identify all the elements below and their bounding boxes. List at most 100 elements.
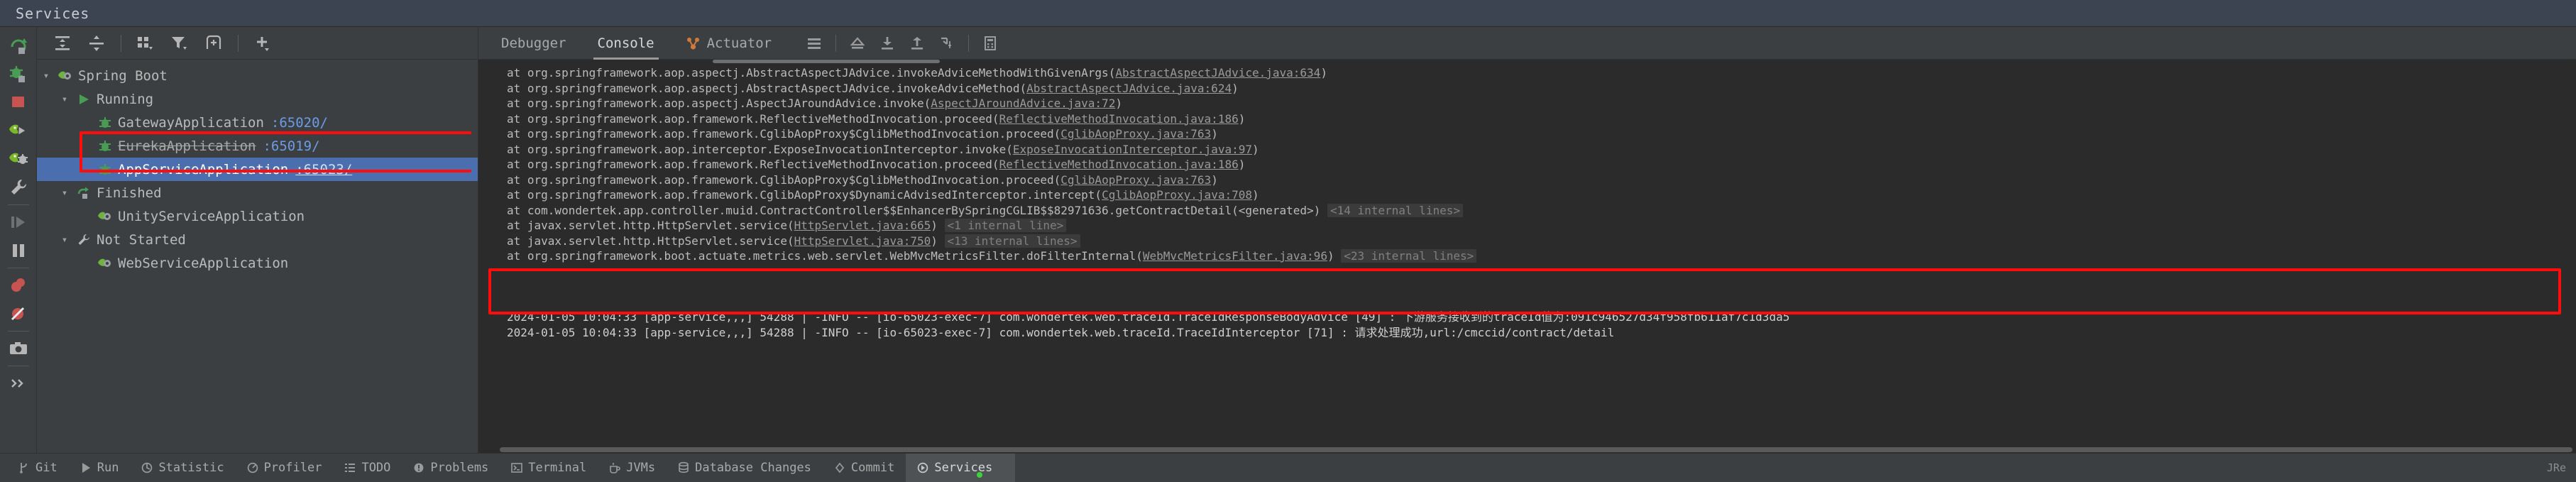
log-stack-line[interactable]: at javax.servlet.http.HttpServlet.servic… xyxy=(478,218,2576,234)
status-item-database-changes[interactable]: Database Changes xyxy=(667,454,823,482)
status-item-problems[interactable]: Problems xyxy=(402,454,500,482)
filter-icon[interactable] xyxy=(164,31,195,56)
log-line-link[interactable]: HttpServlet.java:750 xyxy=(794,234,931,248)
breakpoints-icon[interactable] xyxy=(4,271,33,300)
tree-node-spring-boot[interactable]: ▾ Spring Boot xyxy=(37,64,478,87)
stop-icon[interactable] xyxy=(4,88,33,116)
console-panel: Debugger Console Actuator at org.springf… xyxy=(478,27,2576,453)
pause-icon[interactable] xyxy=(4,236,33,265)
log-stack-line[interactable]: at org.springframework.aop.aspectj.Abstr… xyxy=(478,65,2576,81)
log-line-link[interactable]: WebMvcMetricsFilter.java:96 xyxy=(1143,249,1327,263)
status-item-git[interactable]: Git xyxy=(7,454,69,482)
log-line-link[interactable]: AbstractAspectJAdvice.java:624 xyxy=(1026,82,1232,95)
status-item-label: Statistic xyxy=(158,460,224,475)
status-item-run[interactable]: Run xyxy=(69,454,131,482)
status-item-label: Services xyxy=(934,460,993,475)
wrench-settings-icon[interactable] xyxy=(4,173,33,202)
log-line-link[interactable]: CglibAopProxy.java:763 xyxy=(1060,127,1211,141)
log-line-fold[interactable]: <23 internal lines> xyxy=(1341,249,1477,263)
log-line-fold[interactable]: <14 internal lines> xyxy=(1327,203,1463,217)
scroll-down-icon[interactable] xyxy=(873,31,901,56)
run-service-icon[interactable] xyxy=(4,116,33,145)
log-info-line[interactable]: 2024-01-05 10:04:33 [app-service,,,] 542… xyxy=(478,310,2576,325)
group-by-icon[interactable] xyxy=(130,31,161,56)
scroll-up-icon[interactable] xyxy=(903,31,931,56)
log-stack-line[interactable]: at org.springframework.aop.framework.Ref… xyxy=(478,111,2576,127)
status-item-terminal[interactable]: Terminal xyxy=(500,454,598,482)
tab-actuator[interactable]: Actuator xyxy=(670,27,788,60)
tree-node-eureka-application[interactable]: ▾ EurekaApplication :65019/ xyxy=(37,134,478,158)
log-line-link[interactable]: ReflectiveMethodInvocation.java:186 xyxy=(999,158,1239,171)
expand-all-icon[interactable] xyxy=(47,31,78,56)
status-item-todo[interactable]: TODO xyxy=(333,454,402,482)
status-item-profiler[interactable]: Profiler xyxy=(236,454,334,482)
soft-wrap-icon[interactable] xyxy=(800,31,828,56)
rerun-icon[interactable] xyxy=(4,31,33,60)
bug-green-icon xyxy=(95,163,115,177)
expand-more-icon[interactable] xyxy=(4,369,33,398)
console-output[interactable]: at org.springframework.aop.aspectj.Abstr… xyxy=(478,60,2576,453)
status-item-services[interactable]: Services xyxy=(906,453,1016,482)
log-line-link[interactable]: HttpServlet.java:665 xyxy=(794,219,931,232)
log-line-link[interactable]: AbstractAspectJAdvice.java:634 xyxy=(1115,66,1320,80)
tree-node-gateway-application[interactable]: ▾ GatewayApplication :65020/ xyxy=(37,111,478,134)
log-stack-line[interactable]: at org.springframework.aop.framework.Ref… xyxy=(478,157,2576,172)
finished-icon xyxy=(74,186,94,200)
spring-boot-icon xyxy=(95,256,115,270)
horizontal-scrollbar[interactable] xyxy=(478,446,2576,453)
print-icon[interactable] xyxy=(933,31,961,56)
log-stack-line[interactable]: at org.springframework.aop.interceptor.E… xyxy=(478,142,2576,158)
tree-node-web-service-application[interactable]: ▾ WebServiceApplication xyxy=(37,251,478,275)
chevron-down-icon[interactable]: ▾ xyxy=(37,70,55,82)
tab-console[interactable]: Console xyxy=(582,27,670,60)
chevron-down-icon[interactable]: ▾ xyxy=(55,234,74,246)
status-item-jvms[interactable]: JVMs xyxy=(598,454,667,482)
tree-node-unity-service-application[interactable]: ▾ UnityServiceApplication xyxy=(37,204,478,228)
rail-divider-3 xyxy=(7,331,29,332)
problems-icon xyxy=(413,461,424,474)
step-over-icon[interactable] xyxy=(4,208,33,236)
calculator-icon[interactable] xyxy=(976,31,1004,56)
services-tree[interactable]: ▾ Spring Boot ▾ Running GatewayApplicati… xyxy=(37,60,478,453)
tree-node-not-started[interactable]: ▾ Not Started xyxy=(37,228,478,251)
log-stack-line[interactable]: at com.wondertek.app.controller.muid.Con… xyxy=(478,203,2576,219)
mute-breakpoints-icon[interactable] xyxy=(4,300,33,328)
log-line-link[interactable]: CglibAopProxy.java:763 xyxy=(1060,173,1211,187)
log-stack-line[interactable]: at javax.servlet.http.HttpServlet.servic… xyxy=(478,234,2576,249)
camera-icon[interactable] xyxy=(4,334,33,363)
log-stack-line[interactable]: at org.springframework.aop.framework.Cgl… xyxy=(478,187,2576,203)
rerun-debug-icon[interactable] xyxy=(4,60,33,88)
tree-node-finished[interactable]: ▾ Finished xyxy=(37,181,478,204)
add-configuration-icon[interactable] xyxy=(247,31,278,56)
add-service-icon[interactable] xyxy=(198,31,229,56)
tree-node-app-service-application[interactable]: ▾ AppServiceApplication :65023/ xyxy=(37,158,478,181)
tree-node-running[interactable]: ▾ Running xyxy=(37,87,478,111)
scroll-top-icon[interactable] xyxy=(843,31,872,56)
chevron-down-icon[interactable]: ▾ xyxy=(55,94,74,105)
log-line-link[interactable]: CglibAopProxy.java:708 xyxy=(1102,188,1252,202)
log-line-prefix: at org.springframework.aop.framework.Ref… xyxy=(507,111,999,126)
log-stack-line[interactable]: at org.springframework.aop.aspectj.Abstr… xyxy=(478,81,2576,97)
log-line-prefix: at javax.servlet.http.HttpServlet.servic… xyxy=(507,219,794,232)
log-line-fold[interactable]: <13 internal lines> xyxy=(944,234,1080,248)
log-line-suffix: ) xyxy=(1327,249,1334,263)
log-stack-line[interactable]: at org.springframework.aop.framework.Cgl… xyxy=(478,172,2576,188)
log-line-fold[interactable]: <1 internal line> xyxy=(944,219,1067,232)
scrollbar-thumb[interactable] xyxy=(500,447,2572,452)
collapse-all-icon[interactable] xyxy=(81,31,112,56)
tree-node-port-link[interactable]: :65019/ xyxy=(263,138,319,154)
log-line-link[interactable]: ExposeInvocationInterceptor.java:97 xyxy=(1013,143,1252,156)
log-stack-line[interactable]: at org.springframework.aop.aspectj.Aspec… xyxy=(478,96,2576,111)
log-info-line[interactable]: 2024-01-05 10:04:33 [app-service,,,] 542… xyxy=(478,325,2576,341)
status-item-commit[interactable]: Commit xyxy=(823,454,906,482)
status-item-statistic[interactable]: Statistic xyxy=(130,454,235,482)
log-stack-line[interactable]: at org.springframework.boot.actuate.metr… xyxy=(478,248,2576,264)
log-line-link[interactable]: AspectJAroundAdvice.java:72 xyxy=(931,97,1115,110)
log-line-link[interactable]: ReflectiveMethodInvocation.java:186 xyxy=(999,112,1239,126)
chevron-down-icon[interactable]: ▾ xyxy=(55,187,74,199)
tree-node-port-link[interactable]: :65020/ xyxy=(271,115,328,131)
tree-node-port-link[interactable]: :65023/ xyxy=(295,162,352,177)
tab-debugger[interactable]: Debugger xyxy=(486,27,582,60)
debug-service-icon[interactable] xyxy=(4,145,33,173)
log-stack-line[interactable]: at org.springframework.aop.framework.Cgl… xyxy=(478,126,2576,142)
